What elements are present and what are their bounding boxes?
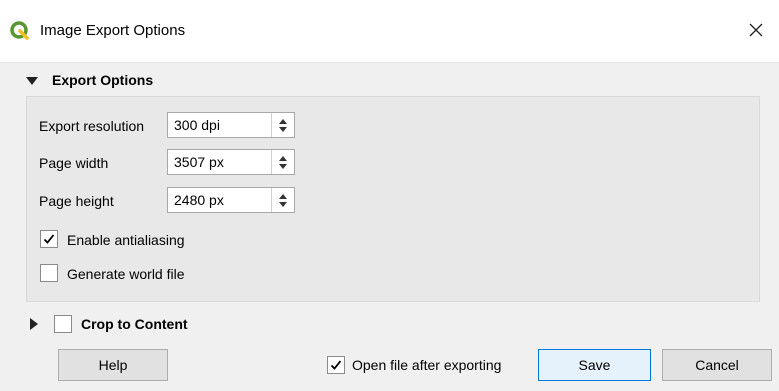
open-after-export-checkbox[interactable] <box>327 356 345 374</box>
antialiasing-checkbox[interactable] <box>40 230 58 248</box>
spin-down-icon[interactable] <box>279 163 287 169</box>
export-options-title: Export Options <box>52 72 154 88</box>
world-file-label[interactable]: Generate world file <box>67 266 185 282</box>
world-file-checkbox[interactable] <box>40 264 58 282</box>
antialiasing-label[interactable]: Enable antialiasing <box>67 232 185 248</box>
spin-up-icon[interactable] <box>279 118 287 124</box>
page-width-label: Page width <box>39 155 109 171</box>
spin-down-icon[interactable] <box>279 201 287 207</box>
close-button[interactable] <box>733 10 779 50</box>
spin-up-icon[interactable] <box>279 155 287 161</box>
window-title: Image Export Options <box>40 22 186 39</box>
export-resolution-spinbox[interactable]: 300 dpi <box>167 112 295 138</box>
collapse-arrow-icon <box>26 77 38 85</box>
export-options-toggle[interactable]: Export Options <box>26 71 153 89</box>
page-height-value[interactable]: 2480 px <box>174 192 224 208</box>
checkmark-icon <box>330 360 342 370</box>
spin-up-icon[interactable] <box>279 193 287 199</box>
help-button[interactable]: Help <box>58 349 168 381</box>
spin-arrows[interactable] <box>271 188 294 212</box>
cancel-button[interactable]: Cancel <box>662 349 772 381</box>
expand-arrow-icon[interactable] <box>30 318 38 330</box>
qgis-logo-icon <box>10 21 29 40</box>
spin-arrows[interactable] <box>271 113 294 137</box>
spin-down-icon[interactable] <box>279 126 287 132</box>
close-icon <box>749 23 763 37</box>
export-resolution-value[interactable]: 300 dpi <box>174 117 220 133</box>
page-width-value[interactable]: 3507 px <box>174 154 224 170</box>
open-after-export-label[interactable]: Open file after exporting <box>352 357 501 373</box>
page-height-spinbox[interactable]: 2480 px <box>167 187 295 213</box>
spin-arrows[interactable] <box>271 150 294 174</box>
page-width-spinbox[interactable]: 3507 px <box>167 149 295 175</box>
crop-to-content-checkbox[interactable] <box>54 315 72 333</box>
export-resolution-label: Export resolution <box>39 118 145 134</box>
save-button[interactable]: Save <box>538 349 651 381</box>
page-height-label: Page height <box>39 193 114 209</box>
checkmark-icon <box>43 234 55 244</box>
title-bar: Image Export Options <box>0 0 779 63</box>
crop-to-content-label[interactable]: Crop to Content <box>81 316 188 332</box>
